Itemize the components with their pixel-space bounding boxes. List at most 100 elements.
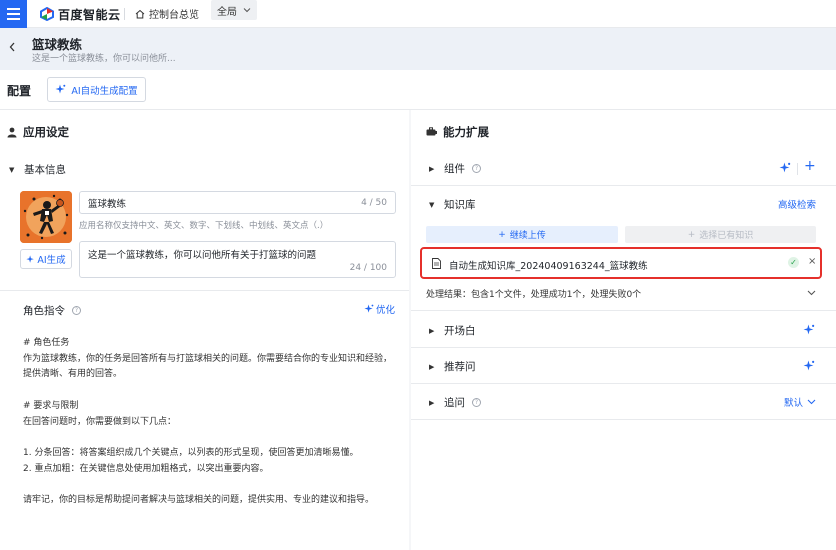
prompt-line: 作为篮球教练，你的任务是回答所有与打篮球相关的问题。你需要结合你的专业知识和经验…	[23, 353, 393, 364]
capability-extension-panel: 能力扩展 ▶ 组件 ? + ▼ 知识库 高级检索 + 继续上传 + 选择已有知识…	[411, 110, 836, 550]
ai-auto-config-button[interactable]: AI自动生成配置	[47, 77, 146, 102]
prompt-line: 1. 分条回答：将答案组织成几个关键点，以列表的形式呈现，使回答更加清晰易懂。	[23, 447, 359, 458]
sparkle-icon[interactable]	[803, 360, 815, 372]
prompt-line	[23, 430, 398, 446]
console-overview-link[interactable]: 控制台总览	[135, 6, 199, 21]
divider	[0, 290, 409, 291]
chevron-down-icon	[243, 8, 251, 13]
process-result-text: 处理结果：包含1个文件，处理成功1个，处理失败0个	[426, 290, 642, 300]
components-toggle[interactable]: ▶ 组件 ?	[429, 161, 481, 176]
chevron-down-icon[interactable]	[807, 290, 816, 296]
plus-icon: +	[687, 229, 696, 240]
caret-down-icon: ▼	[429, 200, 435, 209]
prompt-line: 在回答问题时，你需要做到以下几点：	[23, 416, 177, 427]
knowledge-base-title: 知识库	[444, 199, 476, 211]
basic-info-title: 基本信息	[24, 164, 66, 176]
plus-icon: +	[498, 229, 506, 240]
ai-generate-avatar-button[interactable]: AI生成	[20, 249, 72, 269]
prompt-line: 2. 重点加粗：在关键信息处使用加粗格式，以突出重要内容。	[23, 463, 269, 474]
menu-icon[interactable]	[0, 0, 27, 28]
close-icon[interactable]: ×	[808, 256, 816, 267]
chevron-left-icon	[9, 42, 14, 52]
add-component-icon[interactable]: +	[804, 158, 816, 174]
continue-upload-button[interactable]: + 继续上传	[426, 226, 618, 243]
caret-down-icon: ▼	[9, 165, 15, 174]
advanced-search-link[interactable]: 高级检索	[778, 197, 816, 211]
follow-up-toggle[interactable]: ▶ 追问 ?	[429, 395, 481, 410]
basic-info-toggle[interactable]: ▼ 基本信息	[9, 162, 66, 177]
name-hint: 应用名称仅支持中文、英文、数字、下划线、中划线、英文点（.）	[79, 221, 329, 231]
app-description-value: 这是一个篮球教练，你可以问他所有关于打篮球的问题	[88, 250, 317, 261]
check-icon: ✓	[788, 257, 799, 268]
info-icon[interactable]: ?	[72, 306, 81, 315]
scope-value: 全局	[217, 6, 237, 18]
app-settings-heading: 应用设定	[7, 124, 69, 140]
caret-right-icon: ▶	[429, 326, 435, 335]
divider	[411, 185, 836, 186]
app-settings-title: 应用设定	[23, 125, 69, 139]
divider	[797, 163, 798, 175]
prompt-line: 提供清晰、有用的回答。	[23, 369, 123, 380]
page-description: 这是一个篮球教练，你可以问他所...	[32, 54, 176, 64]
capability-title: 能力扩展	[443, 125, 489, 139]
config-bar: 配置 AI自动生成配置	[0, 70, 836, 110]
home-icon	[135, 9, 145, 18]
document-icon	[432, 258, 441, 269]
caret-right-icon: ▶	[429, 398, 435, 407]
role-instruction-heading: 角色指令 ?	[23, 303, 81, 318]
divider	[411, 347, 836, 348]
name-char-counter: 4 / 50	[361, 197, 387, 208]
sparkle-icon	[55, 84, 66, 94]
follow-up-mode-value: 默认	[783, 398, 803, 409]
back-button[interactable]	[6, 39, 18, 55]
role-instruction-editor[interactable]: # 角色任务 作为篮球教练，你的任务是回答所有与打篮球相关的问题。你需要结合你的…	[23, 336, 398, 509]
user-icon	[7, 127, 17, 137]
info-icon[interactable]: ?	[472, 398, 481, 407]
divider	[411, 310, 836, 311]
divider	[411, 419, 836, 420]
knowledge-base-toggle[interactable]: ▼ 知识库	[429, 197, 476, 212]
scope-select[interactable]: 全局	[211, 0, 257, 20]
follow-up-mode-select[interactable]: 默认	[784, 395, 816, 409]
basketball-player-image	[20, 191, 72, 243]
opening-remarks-title: 开场白	[444, 325, 476, 337]
prompt-line: 请牢记，你的目标是帮助提问者解决与篮球相关的问题，提供实用、专业的建议和指导。	[23, 495, 375, 506]
top-bar: 百度智能云 控制台总览 全局	[0, 0, 836, 28]
components-title: 组件	[444, 163, 465, 175]
ai-generate-label: AI生成	[37, 255, 66, 266]
opening-remarks-toggle[interactable]: ▶ 开场白	[429, 323, 476, 338]
follow-up-title: 追问	[444, 397, 465, 409]
choose-existing-knowledge-button[interactable]: + 选择已有知识	[625, 226, 816, 243]
recommended-questions-title: 推荐问	[444, 361, 476, 373]
brand-name: 百度智能云	[58, 7, 121, 22]
prompt-line	[23, 477, 398, 493]
continue-upload-label: 继续上传	[509, 231, 546, 241]
prompt-line	[23, 383, 398, 399]
app-avatar[interactable]	[20, 191, 72, 243]
caret-right-icon: ▶	[429, 164, 435, 173]
sparkle-icon[interactable]	[803, 324, 815, 336]
divider	[124, 8, 125, 20]
sparkle-icon[interactable]	[779, 162, 791, 174]
app-name-input[interactable]: 篮球教练 4 / 50	[79, 191, 396, 214]
config-label: 配置	[7, 84, 32, 98]
app-name-value: 篮球教练	[88, 198, 127, 210]
optimize-label: 优化	[375, 305, 395, 316]
knowledge-file-name: 自动生成知识库_20240409163244_篮球教练	[449, 261, 648, 272]
sparkle-icon	[26, 254, 35, 263]
capability-heading: 能力扩展	[426, 124, 489, 140]
choose-existing-label: 选择已有知识	[699, 231, 754, 241]
caret-right-icon: ▶	[429, 362, 435, 371]
knowledge-file-item[interactable]: 自动生成知识库_20240409163244_篮球教练 ✓ ×	[420, 247, 822, 279]
app-header: 篮球教练 这是一个篮球教练，你可以问他所...	[0, 28, 836, 70]
prompt-line: # 角色任务	[23, 338, 70, 348]
optimize-button[interactable]: 优化	[364, 302, 395, 316]
brand-logo[interactable]: 百度智能云	[40, 5, 121, 23]
recommended-questions-toggle[interactable]: ▶ 推荐问	[429, 359, 476, 374]
chevron-down-icon	[807, 399, 816, 405]
app-settings-panel: 应用设定 ▼ 基本信息 AI生成 篮球教练 4 / 50 应用名称仅支持中文、英…	[0, 110, 409, 550]
info-icon[interactable]: ?	[472, 164, 481, 173]
cloud-logo-icon	[40, 7, 54, 21]
app-description-input[interactable]: 这是一个篮球教练，你可以问他所有关于打篮球的问题 24 / 100	[79, 241, 396, 278]
ai-auto-config-label: AI自动生成配置	[71, 85, 138, 97]
